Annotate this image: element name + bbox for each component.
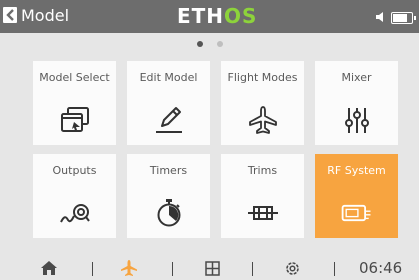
page-title: Model [21, 5, 70, 25]
tile-rf-system[interactable]: RF System [315, 154, 398, 238]
tile-label: RF System [327, 164, 386, 177]
model-menu-grid: Model Select Edit Model Flight Modes Mix… [33, 61, 399, 238]
trims-icon [245, 198, 281, 228]
tile-label: Flight Modes [227, 71, 298, 84]
clock-time: 06:46 [359, 259, 403, 277]
back-button[interactable]: Model [3, 5, 69, 25]
model-select-icon [57, 105, 93, 135]
model-icon[interactable] [120, 256, 138, 280]
home-icon[interactable] [40, 256, 58, 280]
page-dot[interactable] [216, 41, 223, 47]
settings-icon[interactable] [284, 256, 301, 280]
tile-trims[interactable]: Trims [221, 154, 304, 238]
tile-mixer[interactable]: Mixer [315, 61, 398, 145]
status-area [375, 8, 416, 27]
battery-fill [393, 13, 407, 22]
footer-divider [92, 262, 93, 276]
tile-label: Mixer [341, 71, 372, 84]
stopwatch-icon [151, 198, 187, 228]
logo-text-main: ETH [177, 4, 225, 28]
tile-label: Model Select [39, 71, 110, 84]
ethos-logo: ETHOS [177, 4, 257, 28]
outputs-icon [57, 198, 93, 228]
tile-outputs[interactable]: Outputs [33, 154, 116, 238]
bottom-bar: 06:46 [0, 256, 419, 280]
tile-label: Outputs [52, 164, 97, 177]
tile-model-select[interactable]: Model Select [33, 61, 116, 145]
tile-timers[interactable]: Timers [127, 154, 210, 238]
pencil-icon [151, 105, 187, 135]
footer-divider [334, 262, 335, 276]
battery-icon [391, 11, 416, 24]
rf-module-icon [339, 198, 375, 228]
speaker-icon[interactable] [375, 8, 387, 27]
sliders-icon [339, 105, 375, 135]
tile-label: Trims [247, 164, 278, 177]
top-bar: Model ETHOS [0, 0, 419, 33]
logo-text-accent: OS [224, 4, 258, 28]
grid-icon[interactable] [205, 256, 220, 280]
airplane-icon [245, 105, 281, 135]
chevron-left-icon [3, 7, 17, 23]
page-dot-active[interactable] [196, 41, 203, 47]
page-indicator [0, 41, 419, 47]
tile-flight-modes[interactable]: Flight Modes [221, 61, 304, 145]
tile-edit-model[interactable]: Edit Model [127, 61, 210, 145]
footer-divider [252, 262, 253, 276]
tile-label: Edit Model [139, 71, 198, 84]
footer-divider [172, 262, 173, 276]
tile-label: Timers [149, 164, 188, 177]
